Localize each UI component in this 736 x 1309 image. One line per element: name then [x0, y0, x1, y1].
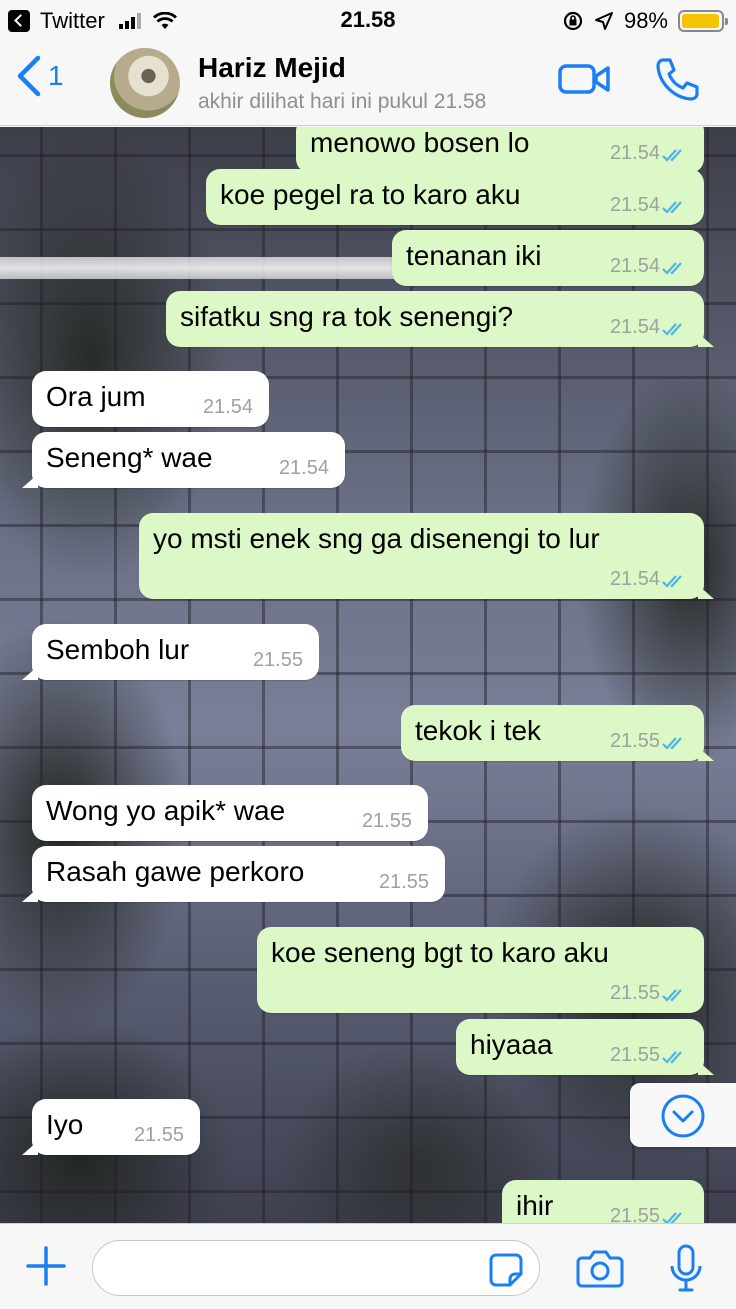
message-bubble-incoming[interactable]: Rasah gawe perkoro 21.55 — [22, 846, 445, 902]
chat-header: 1 Hariz Mejid akhir dilihat hari ini puk… — [0, 40, 736, 126]
message-bubble-outgoing[interactable]: tekok i tek 21.55 — [401, 705, 714, 761]
status-right: 98% — [562, 8, 728, 34]
message-bubble-outgoing[interactable]: koe seneng bgt to karo aku 21.55 — [257, 927, 704, 1013]
video-call-button[interactable] — [558, 62, 610, 96]
message-text: sifatku sng ra tok senengi? — [180, 301, 514, 332]
unread-chats-count: 1 — [48, 60, 64, 91]
message-time: 21.54 — [278, 457, 329, 479]
message-text: Wong yo apik* wae — [46, 795, 286, 826]
message-bubble-incoming[interactable]: Seneng* wae 21.54 — [22, 432, 345, 488]
message-time: 21.54 — [609, 194, 660, 216]
message-text: yo msti enek sng ga disenengi to lur — [153, 523, 600, 554]
message-time: 21.54 — [609, 568, 660, 590]
double-check-icon — [662, 201, 682, 214]
message-time: 21.55 — [609, 730, 660, 752]
message-time: 21.54 — [609, 142, 660, 164]
scroll-to-bottom-button[interactable] — [630, 1083, 736, 1147]
double-check-icon — [662, 323, 682, 336]
message-bubble-incoming[interactable]: Ora jum 21.54 — [32, 371, 269, 427]
attach-plus-button[interactable] — [24, 1244, 68, 1288]
message-text: tenanan iki — [406, 240, 542, 271]
message-text: hiyaaa — [470, 1029, 553, 1060]
message-bubble-outgoing[interactable]: yo msti enek sng ga disenengi to lur 21.… — [139, 513, 714, 599]
message-bubble-outgoing[interactable]: tenanan iki 21.54 — [392, 230, 704, 286]
sticker-button[interactable] — [488, 1252, 524, 1288]
chat-messages-area[interactable]: menowo bosen lo 21.54 koe pegel ra to ka… — [0, 127, 736, 1223]
message-text: Rasah gawe perkoro — [46, 856, 305, 887]
chevron-down-icon — [661, 1094, 705, 1138]
double-check-icon — [662, 1051, 682, 1064]
double-check-icon — [662, 262, 682, 275]
message-time: 21.55 — [361, 810, 412, 832]
message-time: 21.55 — [609, 1205, 660, 1223]
message-bubble-incoming[interactable]: Iyo 21.55 — [22, 1099, 200, 1155]
message-bubble-outgoing[interactable]: menowo bosen lo 21.54 — [296, 127, 704, 173]
double-check-icon — [662, 575, 682, 588]
voice-call-button[interactable] — [654, 56, 700, 102]
message-text: Semboh lur — [46, 634, 190, 665]
double-check-icon — [662, 1212, 682, 1223]
message-time: 21.55 — [252, 649, 303, 671]
message-time: 21.54 — [609, 255, 660, 277]
double-check-icon — [662, 149, 682, 162]
double-check-icon — [662, 737, 682, 750]
message-time: 21.54 — [609, 316, 660, 338]
message-time: 21.55 — [378, 871, 429, 893]
back-button[interactable]: 1 — [14, 54, 64, 98]
message-bubble-outgoing[interactable]: ihir 21.55 — [502, 1180, 714, 1223]
message-time: 21.54 — [202, 396, 253, 418]
message-text: Ora jum — [46, 381, 146, 412]
message-time: 21.55 — [133, 1124, 184, 1146]
message-text: koe seneng bgt to karo aku — [271, 937, 609, 968]
message-text: Iyo — [46, 1109, 84, 1140]
location-arrow-icon — [594, 12, 613, 30]
message-input[interactable] — [92, 1240, 540, 1296]
back-chevron-icon — [17, 55, 41, 97]
message-bubble-outgoing[interactable]: sifatku sng ra tok senengi? 21.54 — [166, 291, 714, 347]
message-input-bar — [0, 1223, 736, 1309]
message-bubble-outgoing[interactable]: koe pegel ra to karo aku 21.54 — [206, 169, 704, 225]
message-text: koe pegel ra to karo aku — [220, 179, 521, 210]
message-text: tekok i tek — [415, 715, 542, 746]
battery-level — [682, 14, 720, 28]
camera-button[interactable] — [576, 1248, 624, 1288]
message-text: Seneng* wae — [46, 442, 213, 473]
contact-name[interactable]: Hariz Mejid — [198, 52, 346, 84]
battery-percentage: 98% — [623, 8, 668, 33]
message-time: 21.55 — [609, 982, 660, 1004]
microphone-button[interactable] — [668, 1244, 704, 1294]
rotation-lock-icon — [563, 11, 583, 31]
contact-avatar[interactable] — [110, 48, 180, 118]
message-time: 21.55 — [609, 1044, 660, 1066]
status-bar: Twitter 21.58 98% — [0, 0, 736, 40]
message-bubble-incoming[interactable]: Wong yo apik* wae 21.55 — [32, 785, 428, 841]
message-bubble-outgoing[interactable]: hiyaaa 21.55 — [456, 1019, 714, 1075]
message-text: menowo bosen lo — [310, 127, 530, 158]
contact-last-seen: akhir dilihat hari ini pukul 21.58 — [198, 90, 487, 113]
message-bubble-incoming[interactable]: Semboh lur 21.55 — [22, 624, 319, 680]
message-text: ihir — [516, 1190, 554, 1221]
double-check-icon — [662, 989, 682, 1002]
battery-icon — [678, 10, 728, 32]
